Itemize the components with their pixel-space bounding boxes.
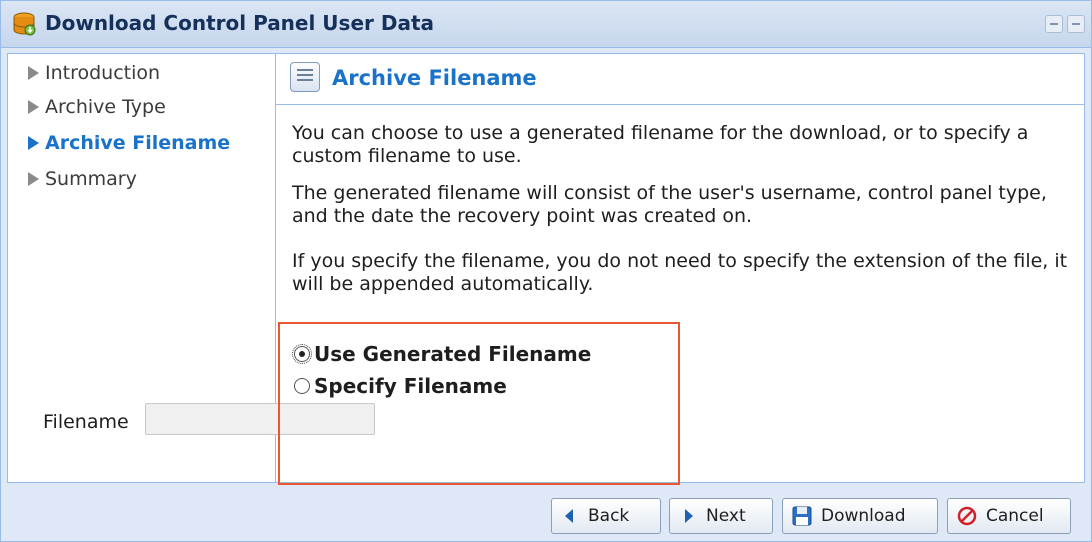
arrow-right-icon (28, 172, 39, 186)
radio-button[interactable] (292, 344, 312, 364)
description-paragraph: The generated filename will consist of t… (292, 182, 1047, 227)
next-button-label: Next (706, 506, 746, 526)
use-generated-filename-option[interactable]: Use Generated Filename (292, 342, 592, 366)
nav-item-introduction[interactable]: Introduction (28, 62, 160, 84)
cancel-button[interactable]: Cancel (947, 498, 1071, 534)
nav-item-label: Summary (45, 168, 137, 190)
arrow-right-icon (685, 509, 693, 523)
nav-item-label: Introduction (45, 62, 161, 84)
nav-item-archive-type[interactable]: Archive Type (28, 96, 166, 118)
document-icon (290, 62, 320, 92)
cancel-icon (957, 506, 977, 526)
step-content: Archive Filename You can choose to use a… (276, 54, 1084, 482)
filename-label: Filename (43, 411, 129, 433)
radio-label: Use Generated Filename (314, 342, 592, 366)
download-button[interactable]: Download (782, 498, 938, 534)
close-icon[interactable] (1067, 15, 1085, 33)
description-paragraph: You can choose to use a generated filena… (292, 122, 1029, 167)
nav-item-label: Archive Filename (45, 132, 231, 154)
database-icon (13, 12, 36, 36)
nav-item-archive-filename[interactable]: Archive Filename (28, 132, 230, 154)
arrow-left-icon (565, 509, 573, 523)
description-paragraph: If you specify the filename, you do not … (292, 250, 1068, 295)
specify-filename-option[interactable]: Specify Filename (294, 374, 507, 398)
radio-button[interactable] (294, 378, 310, 394)
section-title: Archive Filename (332, 66, 537, 90)
arrow-right-icon (28, 66, 39, 80)
window-title: Download Control Panel User Data (45, 11, 434, 35)
cancel-button-label: Cancel (986, 506, 1044, 526)
title-bar[interactable]: Download Control Panel User Data (1, 1, 1091, 48)
download-button-label: Download (821, 506, 906, 526)
back-button[interactable]: Back (551, 498, 661, 534)
floppy-disk-icon (792, 506, 812, 526)
next-button[interactable]: Next (669, 498, 773, 534)
back-button-label: Back (588, 506, 630, 526)
nav-item-summary[interactable]: Summary (28, 168, 137, 190)
section-header: Archive Filename (276, 54, 1084, 105)
minimize-icon[interactable] (1045, 15, 1063, 33)
filename-input[interactable] (145, 403, 375, 435)
arrow-right-icon (28, 136, 39, 150)
nav-item-label: Archive Type (45, 96, 166, 118)
dialog-window: Download Control Panel User Data Introdu… (0, 0, 1092, 542)
radio-label: Specify Filename (314, 374, 507, 398)
arrow-right-icon (28, 100, 39, 114)
